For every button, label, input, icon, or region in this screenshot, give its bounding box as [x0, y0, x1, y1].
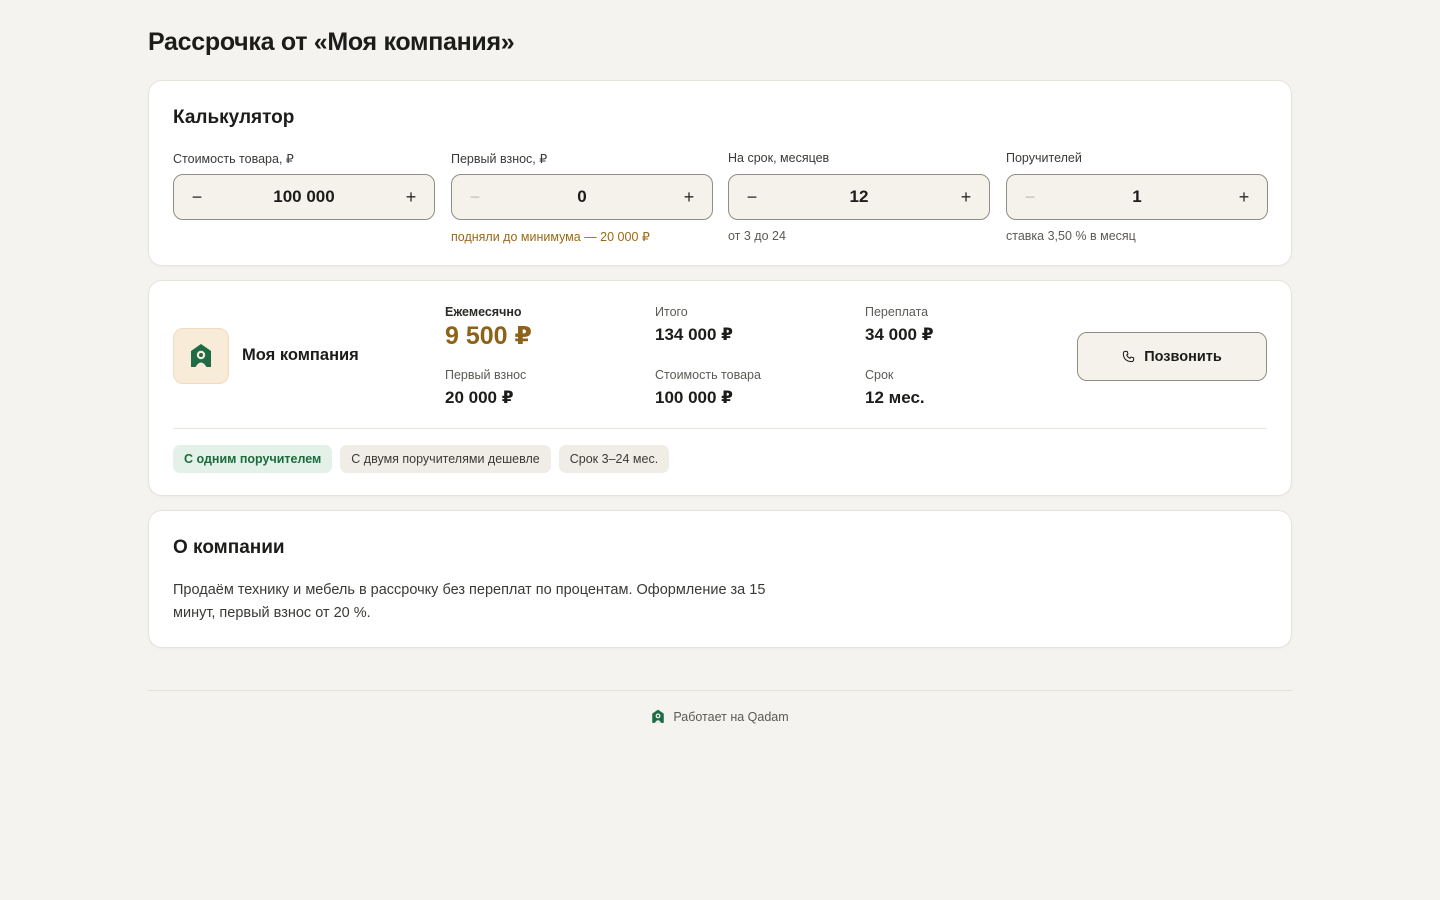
term-increment-button[interactable]: + [943, 175, 989, 219]
down-payment-increment-button[interactable]: + [666, 175, 712, 219]
monthly-value: 9 500 ₽ [445, 322, 532, 350]
total-label: Итого [655, 305, 688, 319]
term-stepper: − + [728, 174, 990, 220]
guarantors-hint: ставка 3,50 % в месяц [1006, 229, 1136, 243]
price-stat: Стоимость товара 100 000 ₽ [655, 368, 761, 408]
calculator-title: Калькулятор [173, 107, 295, 128]
call-button[interactable]: Позвонить [1077, 332, 1267, 381]
tag-two-guarantors[interactable]: С двумя поручителями дешевле [340, 445, 551, 473]
down-payment-hint: подняли до минимума — 20 000 ₽ [451, 230, 650, 244]
tag-term-range[interactable]: Срок 3–24 мес. [558, 445, 670, 473]
down-payment-decrement-button[interactable]: − [452, 175, 498, 219]
term-stat-value: 12 мес. [865, 388, 925, 407]
footer: Работает на Qadam [0, 709, 1440, 724]
calculator-card: Калькулятор Стоимость товара, ₽ − + Перв… [148, 80, 1292, 266]
about-title: О компании [173, 537, 285, 558]
price-field: Стоимость товара, ₽ − + [173, 151, 435, 245]
guarantors-decrement-button[interactable]: − [1007, 175, 1053, 219]
overpay-label: Переплата [865, 305, 929, 319]
house-shield-icon [191, 344, 211, 367]
price-stepper: − + [173, 174, 435, 220]
monthly-label: Ежемесячно [445, 305, 522, 319]
about-text: Продаём технику и мебель в рассрочку без… [173, 582, 766, 621]
footer-text[interactable]: Работает на Qadam [673, 710, 788, 724]
down-payment-stepper: − + [451, 174, 713, 220]
call-button-label: Позвонить [1144, 348, 1222, 365]
term-label: На срок, месяцев [728, 151, 830, 165]
price-label: Стоимость товара, ₽ [173, 152, 294, 166]
term-stat: Срок 12 мес. [865, 368, 925, 408]
price-hint [173, 229, 435, 245]
term-decrement-button[interactable]: − [729, 175, 775, 219]
price-stat-label: Стоимость товара [655, 368, 761, 382]
overpay-stat: Переплата 34 000 ₽ [865, 305, 934, 345]
offer-divider [173, 428, 1267, 429]
price-stat-value: 100 000 ₽ [655, 388, 734, 407]
down-payment-stat-label: Первый взнос [445, 368, 527, 382]
about-card: О компании Продаём технику и мебель в ра… [148, 510, 1292, 648]
company-name: Моя компания [242, 346, 359, 364]
qadam-logo-icon [652, 709, 665, 723]
guarantors-field: Поручителей − + ставка 3,50 % в месяц [1006, 151, 1268, 245]
down-payment-field: Первый взнос, ₽ − + подняли до минимума … [451, 151, 713, 245]
tag-one-guarantor[interactable]: С одним поручителем [173, 445, 333, 473]
term-field: На срок, месяцев − + от 3 до 24 [728, 151, 990, 245]
company-logo [173, 328, 229, 384]
term-stat-label: Срок [865, 368, 894, 382]
monthly-stat: Ежемесячно 9 500 ₽ [445, 305, 532, 351]
price-decrement-button[interactable]: − [174, 175, 220, 219]
guarantors-label: Поручителей [1006, 151, 1082, 165]
down-payment-stat-value: 20 000 ₽ [445, 388, 514, 407]
down-payment-stat: Первый взнос 20 000 ₽ [445, 368, 526, 408]
offer-tags: С одним поручителем С двумя поручителями… [173, 445, 670, 473]
overpay-value: 34 000 ₽ [865, 325, 934, 344]
guarantors-stepper: − + [1006, 174, 1268, 220]
guarantors-increment-button[interactable]: + [1221, 175, 1267, 219]
page-title: Рассрочка от «Моя компания» [148, 28, 515, 56]
down-payment-label: Первый взнос, ₽ [451, 152, 548, 166]
page: Рассрочка от «Моя компания» Калькулятор … [0, 0, 1440, 900]
term-hint: от 3 до 24 [728, 229, 786, 243]
offer-card: Моя компания Ежемесячно 9 500 ₽ Итого 13… [148, 280, 1292, 496]
phone-icon [1123, 350, 1135, 363]
total-value: 134 000 ₽ [655, 325, 734, 344]
footer-divider [148, 690, 1292, 691]
total-stat: Итого 134 000 ₽ [655, 305, 733, 345]
price-increment-button[interactable]: + [388, 175, 434, 219]
